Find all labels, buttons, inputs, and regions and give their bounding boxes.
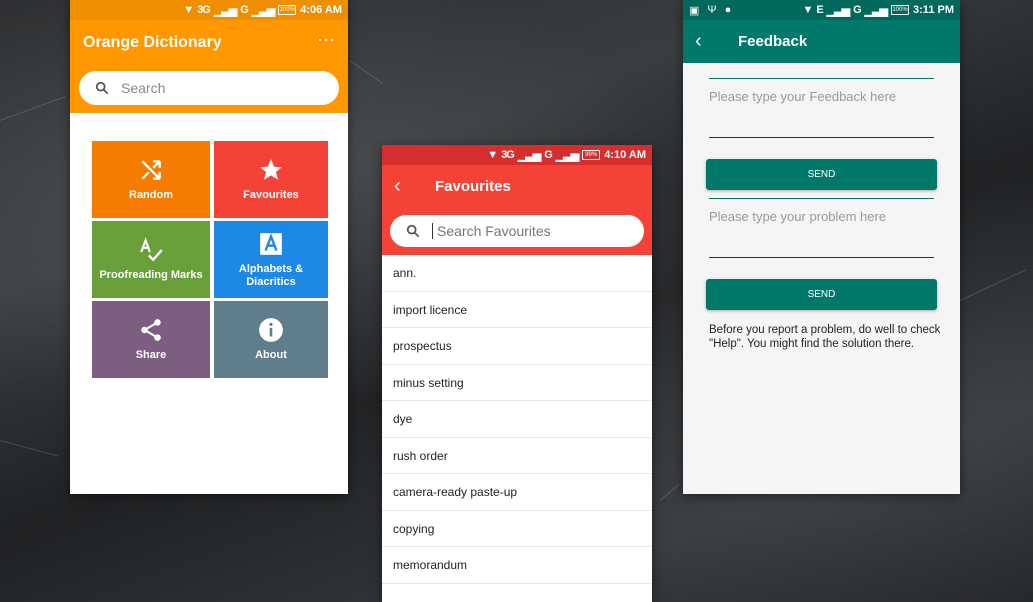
wifi-icon: ▼ [183, 4, 194, 16]
feedback-screen: ▣ Ψ ● ▼ E ▁▃▅ G ▁▃▅ 100% 3:11 PM ‹ Feedb… [683, 0, 960, 494]
help-note: Before you report a problem, do well to … [709, 324, 941, 350]
list-item[interactable]: copying [382, 511, 652, 547]
favourites-screen: ▼ 3G ▁▃▅ G ▁▃▅ 99% 4:10 AM ‹ Favourites … [382, 145, 652, 602]
signal-icon: ▁▃▅ [517, 149, 541, 162]
search-icon [406, 224, 420, 238]
tile-label: Random [129, 189, 173, 201]
back-arrow-icon[interactable]: ‹ [695, 30, 702, 53]
network-type-2: G [240, 4, 249, 16]
page-title: Feedback [738, 33, 808, 50]
tile-about[interactable]: About [214, 301, 328, 378]
signal-icon: ▁▃▅ [251, 4, 275, 17]
tile-share[interactable]: Share [92, 301, 210, 378]
home-screen: ▼ 3G ▁▃▅ G ▁▃▅ 100% 4:06 AM Orange Dicti… [70, 0, 348, 494]
wifi-icon: ▼ [487, 149, 498, 161]
status-time: 4:10 AM [604, 149, 646, 161]
signal-icon: ▁▃▅ [826, 4, 850, 17]
send-feedback-button[interactable]: SEND [706, 159, 937, 190]
app-bar: ‹ Favourites [382, 165, 652, 255]
usb-icon: Ψ [707, 3, 717, 16]
search-bar[interactable]: Search [79, 71, 339, 105]
battery-icon: 99% [582, 150, 601, 160]
image-icon: ▣ [689, 4, 700, 17]
marble-streak [659, 484, 680, 501]
problem-input[interactable]: Please type your problem here [709, 209, 934, 224]
shuffle-icon [141, 160, 161, 180]
wifi-icon: ▼ [802, 4, 813, 16]
marble-streak [0, 96, 66, 121]
signal-icon: ▁▃▅ [864, 4, 888, 17]
tile-label: Share [135, 349, 167, 361]
list-item[interactable]: prospectus [382, 328, 652, 365]
search-favourites-input[interactable] [435, 222, 629, 240]
battery-icon: 100% [278, 5, 297, 15]
status-time: 4:06 AM [300, 4, 342, 16]
page-title: Favourites [435, 178, 511, 195]
list-item[interactable]: minus setting [382, 365, 652, 401]
list-item[interactable]: dye [382, 401, 652, 438]
feedback-underline [709, 137, 934, 138]
text-cursor [432, 223, 433, 239]
feedback-input[interactable]: Please type your Feedback here [709, 89, 934, 104]
network-type-2: G [544, 149, 553, 161]
tile-label: Alphabets & Diacritics [238, 262, 304, 288]
network-type-2: G [853, 4, 862, 16]
more-options-icon[interactable]: ⋯ [317, 30, 336, 51]
status-time: 3:11 PM [913, 4, 954, 16]
network-type: E [816, 4, 823, 16]
search-favourites-bar[interactable] [390, 215, 644, 247]
marble-streak [959, 269, 1027, 301]
status-bar: ▣ Ψ ● ▼ E ▁▃▅ G ▁▃▅ 100% 3:11 PM [683, 0, 960, 20]
tile-random[interactable]: Random [92, 141, 210, 218]
list-item[interactable]: import licence [382, 292, 652, 328]
back-arrow-icon[interactable]: ‹ [394, 175, 401, 198]
signal-icon: ▁▃▅ [555, 149, 579, 162]
spellcheck-icon [140, 237, 163, 262]
tile-alphabets-diacritics[interactable]: Alphabets & Diacritics [214, 221, 328, 298]
network-type: 3G [197, 4, 211, 16]
divider [709, 78, 934, 79]
search-placeholder: Search [121, 80, 166, 96]
list-item[interactable]: camera-ready paste-up [382, 474, 652, 511]
list-item[interactable]: ann. [382, 255, 652, 292]
app-title: Orange Dictionary [83, 34, 222, 51]
favourites-list: ann. import licence prospectus minus set… [382, 255, 652, 584]
info-icon [259, 318, 283, 342]
list-item[interactable]: rush order [382, 438, 652, 474]
tile-label: Proofreading Marks [99, 269, 203, 281]
divider [709, 198, 934, 199]
problem-underline [709, 257, 934, 258]
status-bar: ▼ 3G ▁▃▅ G ▁▃▅ 100% 4:06 AM [70, 0, 348, 20]
star-icon [260, 159, 282, 180]
network-type: 3G [501, 149, 515, 161]
tile-label: Favourites [243, 189, 299, 201]
send-problem-button[interactable]: SEND [706, 279, 937, 310]
letter-a-icon [260, 232, 282, 255]
app-bar: ‹ Feedback [683, 20, 960, 63]
tile-label: About [255, 349, 287, 361]
tile-favourites[interactable]: Favourites [214, 141, 328, 218]
battery-icon: 100% [891, 5, 910, 15]
tile-proofreading-marks[interactable]: Proofreading Marks [92, 221, 210, 298]
signal-icon: ▁▃▅ [213, 4, 237, 17]
marble-streak [0, 440, 59, 457]
location-icon: ● [724, 3, 732, 16]
share-icon [141, 319, 161, 341]
search-icon [95, 81, 109, 95]
app-bar: Orange Dictionary ⋯ Search [70, 20, 348, 113]
list-item[interactable]: memorandum [382, 547, 652, 584]
marble-streak [349, 60, 384, 84]
status-bar: ▼ 3G ▁▃▅ G ▁▃▅ 99% 4:10 AM [382, 145, 652, 165]
